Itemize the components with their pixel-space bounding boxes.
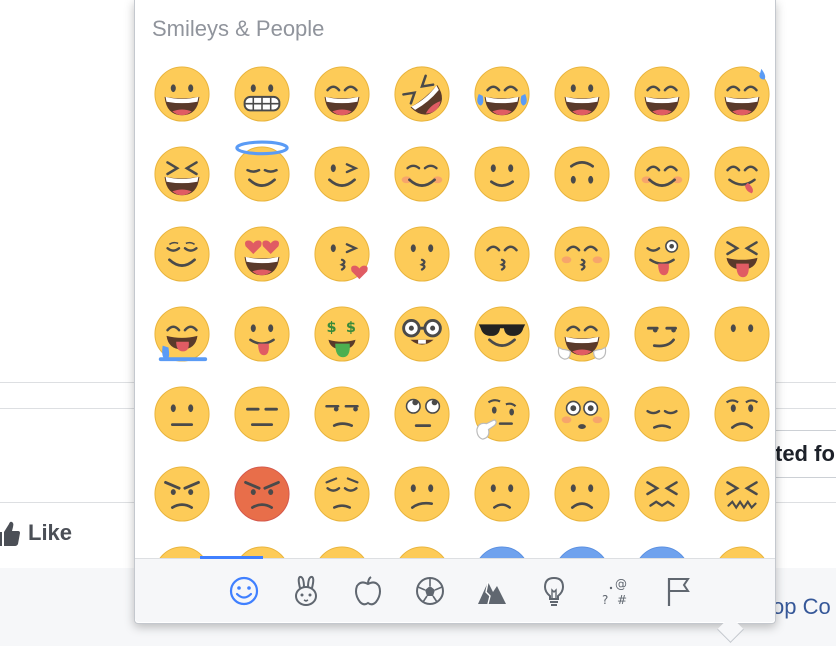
- svg-text:@: @: [615, 577, 627, 591]
- kissing-heart-emoji-icon[interactable]: [302, 214, 382, 294]
- nerd-emoji-icon[interactable]: [382, 294, 462, 374]
- partial-blue-emoji-icon[interactable]: [622, 534, 702, 558]
- partial-blue-emoji-icon[interactable]: [462, 534, 542, 558]
- emoji-row: [142, 214, 775, 294]
- svg-text:#: #: [617, 593, 627, 607]
- activity-category-icon[interactable]: [399, 573, 461, 609]
- wink-emoji-icon[interactable]: [302, 134, 382, 214]
- emoji-row: [142, 54, 775, 134]
- yum-emoji-icon[interactable]: [702, 134, 775, 214]
- frowning-emoji-icon[interactable]: [542, 454, 622, 534]
- kissing-closed-eyes-emoji-icon[interactable]: [542, 214, 622, 294]
- flushed-emoji-icon[interactable]: [542, 374, 622, 454]
- persevere-emoji-icon[interactable]: [622, 454, 702, 534]
- emoji-row: $ $: [142, 294, 775, 374]
- partial-link[interactable]: op Co: [772, 594, 831, 620]
- svg-text:$: $: [327, 320, 337, 336]
- stuck-out-tongue-closed-eyes-emoji-icon[interactable]: [702, 214, 775, 294]
- relaxed-emoji-icon[interactable]: [622, 134, 702, 214]
- confounded-emoji-icon[interactable]: [702, 454, 775, 534]
- slightly-frowning-emoji-icon[interactable]: [462, 454, 542, 534]
- emoji-picker: Smileys & People $ $ @? #: [134, 0, 776, 643]
- emoji-row: [142, 454, 775, 534]
- thumbs-up-icon: [0, 520, 20, 546]
- thinking-emoji-icon[interactable]: [462, 374, 542, 454]
- partial-emoji-icon[interactable]: [382, 534, 462, 558]
- kissing-smiling-eyes-emoji-icon[interactable]: [462, 214, 542, 294]
- rofl-emoji-icon[interactable]: [382, 54, 462, 134]
- emoji-grid-viewport[interactable]: $ $: [135, 54, 775, 558]
- kissing-emoji-icon[interactable]: [382, 214, 462, 294]
- unamused-emoji-icon[interactable]: [302, 374, 382, 454]
- animal-category-icon[interactable]: [275, 573, 337, 609]
- emoji-grid: $ $: [142, 54, 775, 558]
- rage-emoji-icon[interactable]: [222, 454, 302, 534]
- emoji-row: [142, 374, 775, 454]
- like-button[interactable]: Like: [0, 514, 72, 552]
- upside-down-emoji-icon[interactable]: [542, 134, 622, 214]
- partial-emoji-icon[interactable]: [702, 534, 775, 558]
- worried-emoji-icon[interactable]: [702, 374, 775, 454]
- blush-emoji-icon[interactable]: [382, 134, 462, 214]
- sunglasses-emoji-icon[interactable]: [462, 294, 542, 374]
- stuck-out-tongue-winking-emoji-icon[interactable]: [622, 214, 702, 294]
- svg-text:?: ?: [602, 593, 608, 607]
- partial-emoji-icon[interactable]: [302, 534, 382, 558]
- grimacing-emoji-icon[interactable]: [222, 54, 302, 134]
- hugging-emoji-icon[interactable]: [542, 294, 622, 374]
- rolling-eyes-emoji-icon[interactable]: [382, 374, 462, 454]
- sweat-smile-emoji-icon[interactable]: [702, 54, 775, 134]
- grin-emoji-icon[interactable]: [302, 54, 382, 134]
- category-tabs: @? #: [213, 573, 709, 609]
- drooling-emoji-icon[interactable]: [142, 294, 222, 374]
- slightly-smiling-emoji-icon[interactable]: [462, 134, 542, 214]
- expressionless-emoji-icon[interactable]: [222, 374, 302, 454]
- angry-emoji-icon[interactable]: [142, 454, 222, 534]
- like-label: Like: [28, 520, 73, 545]
- money-mouth-emoji-icon[interactable]: $ $: [302, 294, 382, 374]
- partial-box-text: ted fo: [775, 441, 835, 466]
- pensive-emoji-icon[interactable]: [302, 454, 382, 534]
- objects-category-icon[interactable]: [523, 573, 585, 609]
- food-category-icon[interactable]: [337, 573, 399, 609]
- heart-eyes-emoji-icon[interactable]: [222, 214, 302, 294]
- innocent-emoji-icon[interactable]: [222, 134, 302, 214]
- category-bar: @? #: [135, 556, 775, 622]
- svg-text:$: $: [346, 320, 356, 336]
- section-title: Smileys & People: [152, 16, 325, 41]
- active-category-indicator: [200, 556, 263, 559]
- partial-emoji-icon[interactable]: [142, 534, 222, 558]
- partial-emoji-icon[interactable]: [222, 534, 302, 558]
- confused-emoji-icon[interactable]: [382, 454, 462, 534]
- travel-category-icon[interactable]: [461, 573, 523, 609]
- neutral-emoji-icon[interactable]: [142, 374, 222, 454]
- relieved-emoji-icon[interactable]: [142, 214, 222, 294]
- flags-category-icon[interactable]: [647, 573, 709, 609]
- laughing-emoji-icon[interactable]: [142, 134, 222, 214]
- grinning-emoji-icon[interactable]: [142, 54, 222, 134]
- smile-emoji-icon[interactable]: [622, 54, 702, 134]
- emoji-row: [142, 534, 775, 558]
- stuck-out-tongue-emoji-icon[interactable]: [222, 294, 302, 374]
- no-mouth-emoji-icon[interactable]: [702, 294, 775, 374]
- smiley-emoji-icon[interactable]: [542, 54, 622, 134]
- smirk-emoji-icon[interactable]: [622, 294, 702, 374]
- partial-blue-emoji-icon[interactable]: [542, 534, 622, 558]
- joy-emoji-icon[interactable]: [462, 54, 542, 134]
- smiley-category-icon[interactable]: [213, 573, 275, 609]
- disappointed-emoji-icon[interactable]: [622, 374, 702, 454]
- symbols-category-icon[interactable]: @? #: [585, 573, 647, 609]
- emoji-row: [142, 134, 775, 214]
